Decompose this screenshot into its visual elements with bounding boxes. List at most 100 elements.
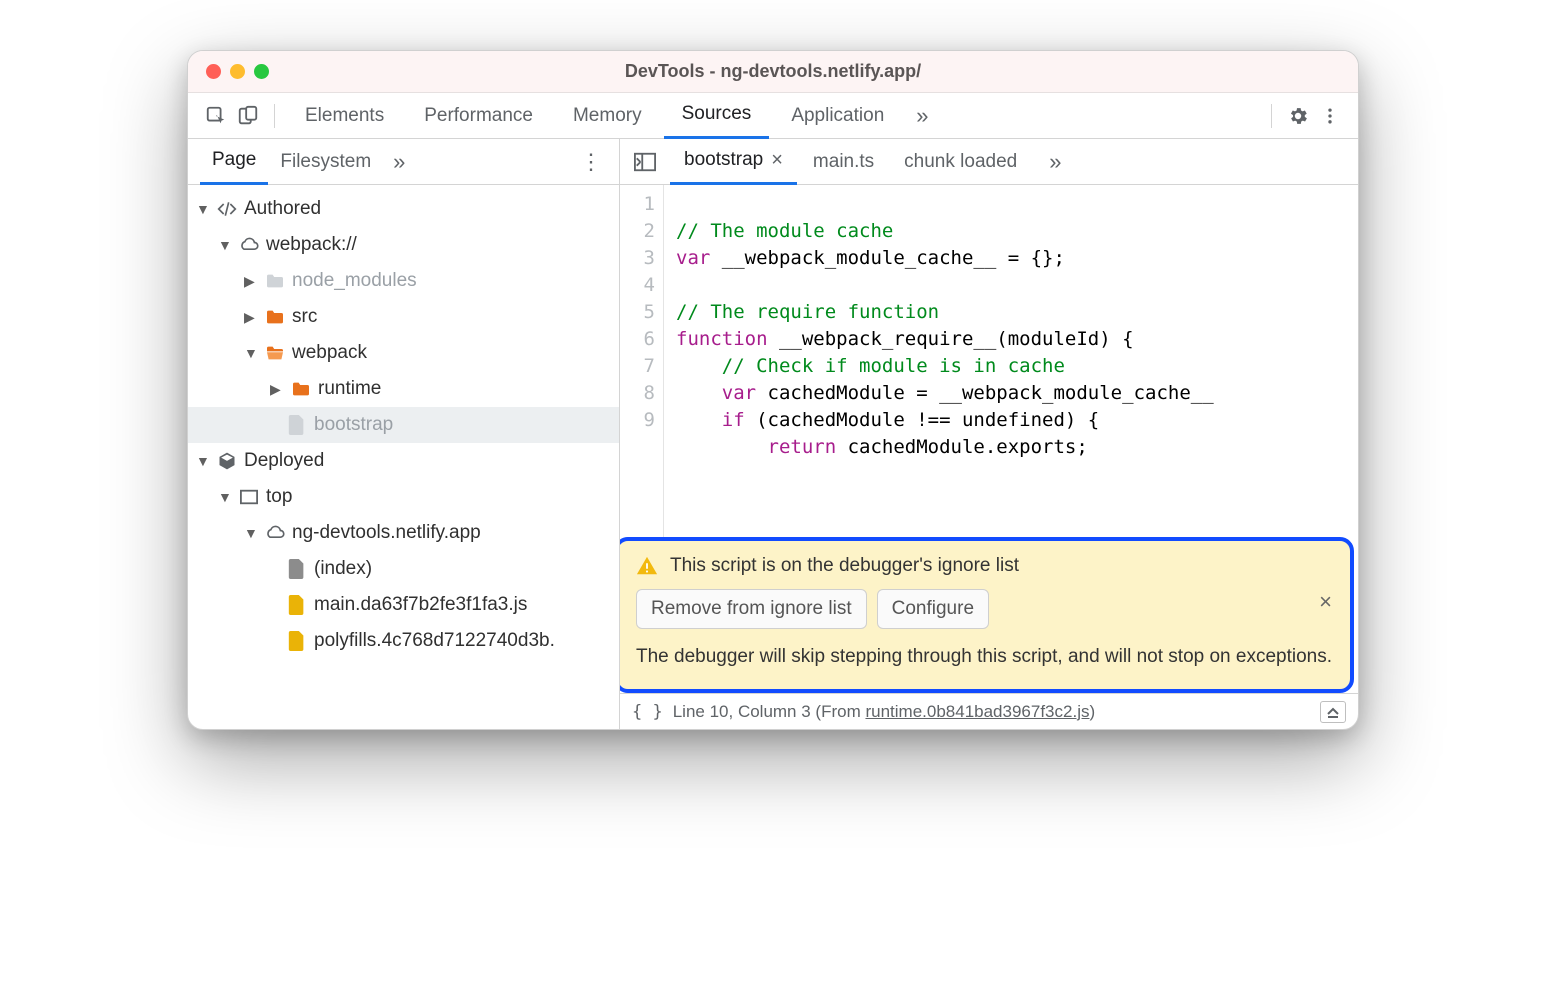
chevron-down-icon: ▼	[218, 489, 232, 505]
tree-host[interactable]: ▼ ng-devtools.netlify.app	[188, 515, 619, 551]
close-icon[interactable]: ×	[771, 149, 783, 172]
tree-webpack-root[interactable]: ▼ webpack://	[188, 227, 619, 263]
sidebar-tab-filesystem[interactable]: Filesystem	[268, 139, 383, 185]
tab-application[interactable]: Application	[773, 93, 902, 139]
tab-label: main.ts	[813, 151, 874, 173]
cursor-position: Line 10, Column 3 (From runtime.0b841bad…	[673, 702, 1095, 722]
tree-node-modules[interactable]: ▶ node_modules	[188, 263, 619, 299]
line-number: 7	[620, 353, 655, 380]
cloud-icon	[238, 237, 260, 253]
chevron-right-icon: ▶	[244, 273, 258, 290]
pretty-print-icon[interactable]: { }	[632, 702, 663, 722]
sources-sidebar: Page Filesystem » ⋮ ▼ Authored ▼ webpack…	[188, 139, 620, 729]
banner-buttons: Remove from ignore list Configure	[636, 589, 1332, 629]
editor-statusbar: { } Line 10, Column 3 (From runtime.0b84…	[620, 693, 1358, 729]
line-number: 4	[620, 272, 655, 299]
tree-label: top	[266, 486, 292, 508]
content-area: Page Filesystem » ⋮ ▼ Authored ▼ webpack…	[188, 139, 1358, 729]
configure-button[interactable]: Configure	[877, 589, 989, 629]
device-toggle-icon[interactable]	[234, 102, 262, 130]
editor-tab-bootstrap[interactable]: bootstrap ×	[670, 139, 797, 185]
editor-pane: bootstrap × main.ts chunk loaded » 1 2 3…	[620, 139, 1358, 729]
folder-icon	[264, 273, 286, 289]
tree-label: webpack	[292, 342, 367, 364]
tree-file-index[interactable]: (index)	[188, 551, 619, 587]
toolbar-separator	[1271, 104, 1272, 128]
tab-memory[interactable]: Memory	[555, 93, 660, 139]
line-number: 5	[620, 299, 655, 326]
tab-performance[interactable]: Performance	[406, 93, 551, 139]
tree-group-deployed[interactable]: ▼ Deployed	[188, 443, 619, 479]
maximize-window-button[interactable]	[254, 64, 269, 79]
chevron-down-icon: ▼	[244, 345, 258, 361]
file-js-icon	[286, 631, 308, 651]
devtools-window: DevTools - ng-devtools.netlify.app/ Elem…	[187, 50, 1359, 730]
line-number: 8	[620, 380, 655, 407]
package-icon	[216, 451, 238, 471]
ignore-list-banner-wrap: This script is on the debugger's ignore …	[620, 543, 1358, 694]
minimize-window-button[interactable]	[230, 64, 245, 79]
file-icon	[286, 415, 308, 435]
sidebar-tab-page[interactable]: Page	[200, 139, 268, 185]
line-number: 2	[620, 218, 655, 245]
inspect-icon[interactable]	[202, 102, 230, 130]
sidebar-more-icon[interactable]: ⋮	[575, 149, 607, 175]
line-gutter: 1 2 3 4 5 6 7 8 9	[620, 185, 664, 543]
window-controls	[206, 64, 269, 79]
tree-label: Authored	[244, 198, 321, 220]
tree-label: src	[292, 306, 317, 328]
tree-file-main[interactable]: main.da63f7b2fe3f1fa3.js	[188, 587, 619, 623]
chevron-right-icon: ▶	[270, 381, 284, 398]
scroll-to-bottom-icon[interactable]	[1320, 701, 1346, 723]
editor-tab-main[interactable]: main.ts	[799, 139, 888, 185]
chevron-down-icon: ▼	[196, 453, 210, 469]
chevron-down-icon: ▼	[196, 201, 210, 217]
file-js-icon	[286, 595, 308, 615]
chevron-down-icon: ▼	[218, 237, 232, 253]
editor-tabs-overflow-icon[interactable]: »	[1049, 149, 1061, 175]
tabs-overflow-icon[interactable]: »	[916, 103, 928, 129]
cloud-icon	[264, 525, 286, 541]
tab-sources[interactable]: Sources	[664, 93, 770, 139]
tree-label: Deployed	[244, 450, 324, 472]
gear-icon[interactable]	[1284, 102, 1312, 130]
line-number: 6	[620, 326, 655, 353]
tree-top[interactable]: ▼ top	[188, 479, 619, 515]
editor-tab-chunk[interactable]: chunk loaded	[890, 139, 1031, 185]
close-window-button[interactable]	[206, 64, 221, 79]
source-map-link[interactable]: runtime.0b841bad3967f3c2.js	[865, 702, 1089, 721]
file-icon	[286, 559, 308, 579]
banner-header: This script is on the debugger's ignore …	[636, 555, 1332, 577]
tree-label: ng-devtools.netlify.app	[292, 522, 481, 544]
tree-file-polyfills[interactable]: polyfills.4c768d7122740d3b.	[188, 623, 619, 659]
code-editor[interactable]: 1 2 3 4 5 6 7 8 9 // The module cache va…	[620, 185, 1358, 543]
tree-webpack-folder[interactable]: ▼ webpack	[188, 335, 619, 371]
line-number: 3	[620, 245, 655, 272]
file-tree: ▼ Authored ▼ webpack:// ▶ node_modules ▶	[188, 185, 619, 729]
editor-tabs: bootstrap × main.ts chunk loaded »	[620, 139, 1358, 185]
code-content: // The module cache var __webpack_module…	[664, 185, 1226, 543]
close-icon[interactable]: ×	[1319, 589, 1332, 615]
frame-icon	[238, 489, 260, 505]
tree-label: bootstrap	[314, 414, 393, 436]
tab-elements[interactable]: Elements	[287, 93, 402, 139]
tree-label: webpack://	[266, 234, 357, 256]
tree-label: main.da63f7b2fe3f1fa3.js	[314, 594, 527, 616]
tree-bootstrap[interactable]: bootstrap	[188, 407, 619, 443]
toggle-navigator-icon[interactable]	[630, 147, 660, 177]
toolbar-separator	[274, 104, 275, 128]
banner-title: This script is on the debugger's ignore …	[670, 555, 1019, 577]
line-number: 9	[620, 407, 655, 434]
sidebar-tabs: Page Filesystem » ⋮	[188, 139, 619, 185]
tree-src[interactable]: ▶ src	[188, 299, 619, 335]
tree-group-authored[interactable]: ▼ Authored	[188, 191, 619, 227]
tree-runtime[interactable]: ▶ runtime	[188, 371, 619, 407]
remove-from-ignore-button[interactable]: Remove from ignore list	[636, 589, 867, 629]
folder-icon	[290, 381, 312, 397]
code-icon	[216, 199, 238, 219]
sidebar-tabs-overflow-icon[interactable]: »	[393, 149, 405, 175]
titlebar: DevTools - ng-devtools.netlify.app/	[188, 51, 1358, 93]
more-vert-icon[interactable]	[1316, 102, 1344, 130]
tab-label: chunk loaded	[904, 151, 1017, 173]
tab-label: bootstrap	[684, 149, 763, 171]
